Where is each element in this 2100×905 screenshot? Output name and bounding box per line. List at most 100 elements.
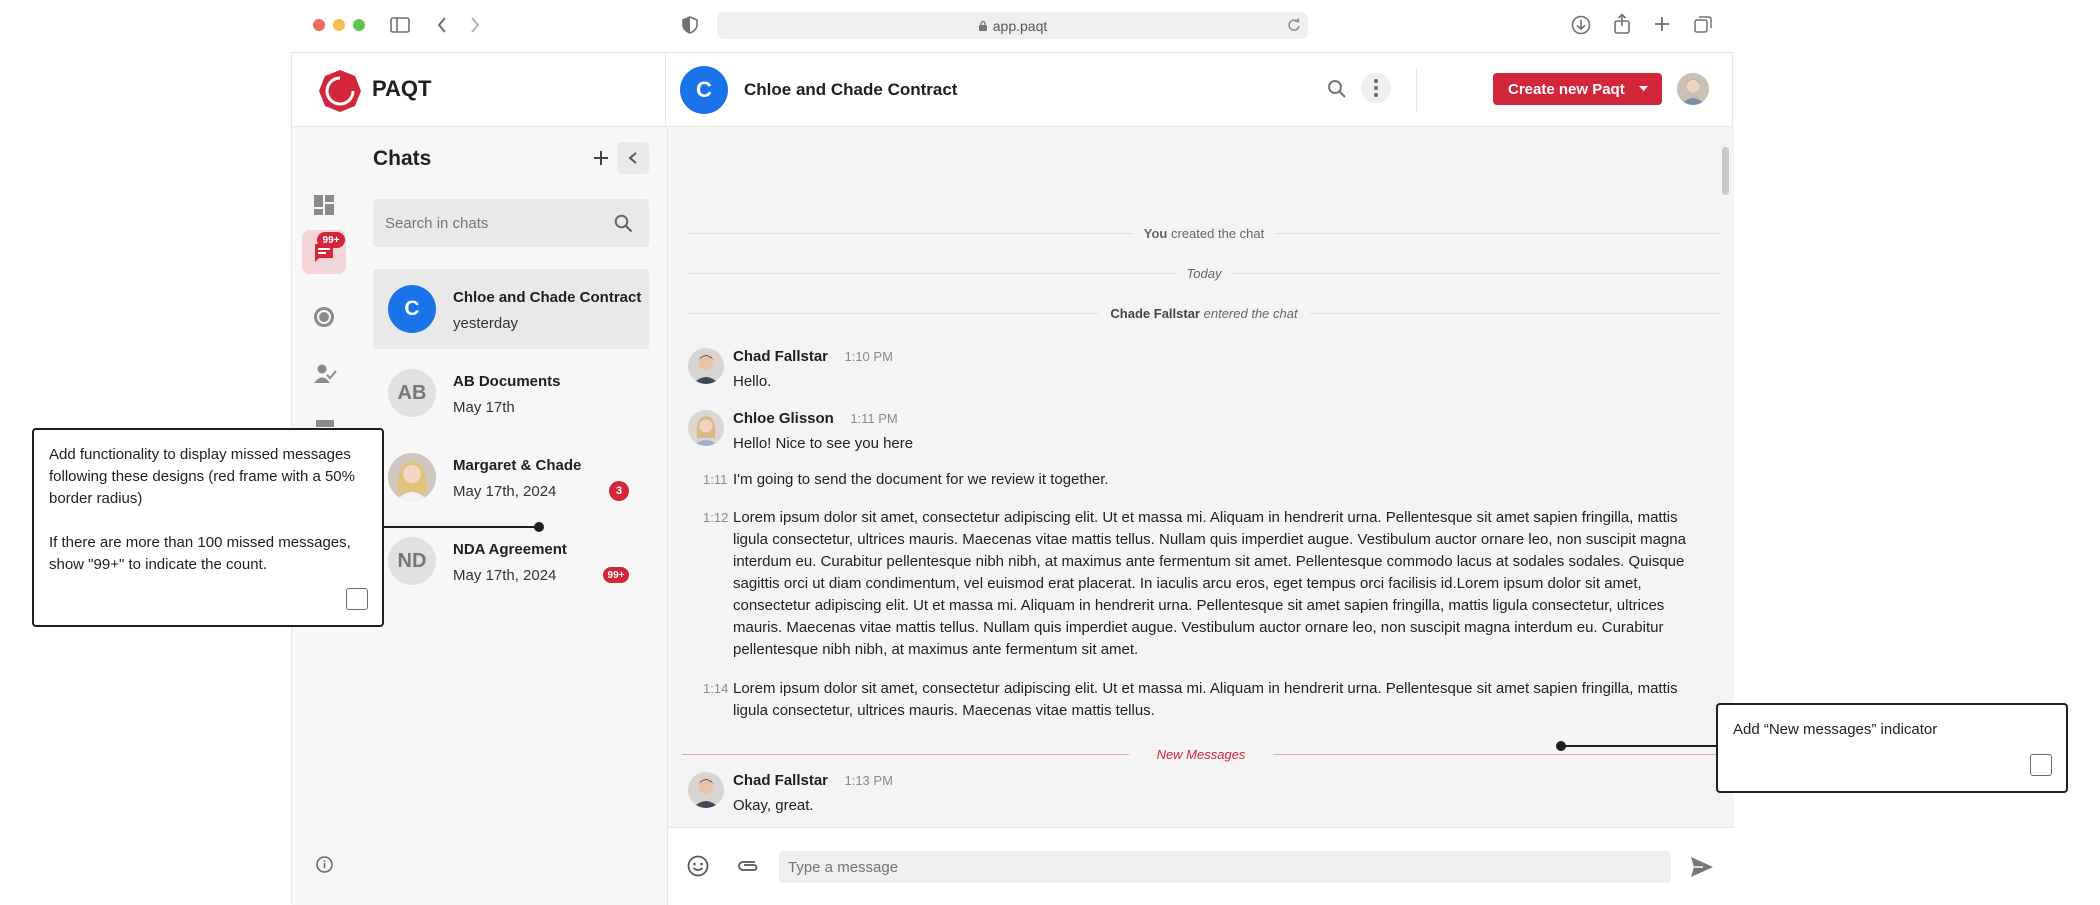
user-avatar[interactable] xyxy=(1677,73,1709,105)
chat-list-item[interactable]: Margaret & Chade May 17th, 2024 3 xyxy=(373,437,649,517)
unread-badge: 3 xyxy=(609,481,629,501)
annotation-connector xyxy=(1563,745,1716,747)
shield-icon[interactable] xyxy=(682,16,698,34)
message-header: Chloe Glisson 1:11 PM xyxy=(733,410,898,428)
chad-photo-icon xyxy=(688,772,724,808)
collapse-panel-button[interactable] xyxy=(617,142,649,174)
header-divider-2 xyxy=(1416,68,1417,112)
reload-icon[interactable] xyxy=(1287,18,1301,32)
system-text: created the chat xyxy=(1171,225,1265,241)
chat-search-field[interactable] xyxy=(373,199,649,247)
sidebar-toggle-icon[interactable] xyxy=(390,17,410,33)
chat-date: yesterday xyxy=(453,315,519,332)
header-divider xyxy=(665,53,666,127)
chat-header-title: Chloe and Chade Contract xyxy=(744,80,958,99)
chat-list-item[interactable]: ND NDA Agreement May 17th, 2024 99+ xyxy=(373,521,649,601)
annotation-text: Add functionality to display missed mess… xyxy=(49,446,355,507)
user-photo-icon xyxy=(1677,73,1709,105)
dashboard-icon[interactable] xyxy=(313,194,335,216)
create-new-paqt-button[interactable]: Create new Paqt xyxy=(1493,73,1662,105)
address-bar[interactable]: app.paqt xyxy=(717,12,1308,39)
nav-chat-badge: 99+ xyxy=(317,232,345,248)
user-check-icon[interactable] xyxy=(313,363,337,385)
message-author: Chad Fallstar xyxy=(733,348,829,365)
chat-name: Margaret & Chade xyxy=(453,457,582,474)
zoom-window-button[interactable] xyxy=(353,19,365,31)
message-time: 1:14 xyxy=(703,681,729,696)
annotation-missed-messages: Add functionality to display missed mess… xyxy=(32,428,384,627)
brand-name: PAQT xyxy=(372,76,432,101)
tab-overview-icon[interactable] xyxy=(1694,16,1712,34)
chat-date: May 17th, 2024 xyxy=(453,483,557,500)
composer xyxy=(668,827,1734,905)
share-icon[interactable] xyxy=(1613,13,1631,35)
chad-photo-icon xyxy=(688,348,724,384)
system-actor: You xyxy=(1143,225,1168,241)
message-text: Lorem ipsum dolor sit amet, consectetur … xyxy=(733,509,1686,658)
add-chat-icon[interactable] xyxy=(593,150,609,166)
margaret-photo-icon xyxy=(388,453,436,501)
chat-date: May 17th xyxy=(453,399,515,416)
url-text: app.paqt xyxy=(992,17,1048,34)
chat-avatar: C xyxy=(388,285,436,333)
annotation-checkbox[interactable] xyxy=(346,588,368,610)
message-time: 1:13 PM xyxy=(844,773,893,788)
new-tab-icon[interactable] xyxy=(1654,16,1670,32)
system-text: entered the chat xyxy=(1203,305,1298,321)
back-icon[interactable] xyxy=(436,16,448,34)
unread-badge: 99+ xyxy=(603,567,629,583)
message-header: Chad Fallstar 1:10 PM xyxy=(733,348,893,366)
date-divider: Today xyxy=(689,263,1719,283)
search-icon[interactable] xyxy=(614,214,633,233)
chad-avatar xyxy=(688,772,724,808)
close-window-button[interactable] xyxy=(313,19,325,31)
chat-list-item[interactable]: C Chloe and Chade Contract yesterday xyxy=(373,269,649,349)
message-input[interactable] xyxy=(779,851,1671,883)
annotation-text: If there are more than 100 missed messag… xyxy=(49,534,351,573)
annotation-connector xyxy=(384,526,538,528)
annotation-connector-dot xyxy=(1556,741,1566,751)
system-message-created: You created the chat xyxy=(689,223,1720,243)
attachment-icon[interactable] xyxy=(736,857,760,875)
app-header: PAQT C Chloe and Chade Contract Create n… xyxy=(292,53,1732,127)
circle-target-icon[interactable] xyxy=(313,306,335,328)
emoji-icon[interactable] xyxy=(687,855,709,877)
message-text: Lorem ipsum dolor sit amet, consectetur … xyxy=(733,680,1678,719)
message-text: I'm going to send the document for we re… xyxy=(733,471,1109,488)
message-text: Hello. xyxy=(733,373,772,390)
chat-list-item[interactable]: AB AB Documents May 17th xyxy=(373,353,649,433)
calendar-icon[interactable] xyxy=(315,419,335,427)
annotation-new-messages: Add “New messages” indicator xyxy=(1716,703,2068,793)
chloe-photo-icon xyxy=(688,410,724,446)
message-time: 1:11 PM xyxy=(850,411,898,426)
annotation-connector-dot xyxy=(534,522,544,532)
search-icon[interactable] xyxy=(1327,79,1347,99)
chat-avatar: ND xyxy=(388,537,436,585)
create-new-paqt-label: Create new Paqt xyxy=(1508,80,1625,98)
new-messages-label: New Messages xyxy=(1156,746,1246,762)
conversation-pane: You created the chat Today Chade Fallsta… xyxy=(668,127,1734,905)
message-text: Okay, great. xyxy=(733,797,814,814)
chloe-avatar xyxy=(688,410,724,446)
send-icon[interactable] xyxy=(1690,856,1714,878)
message-time: 1:10 PM xyxy=(844,349,893,364)
more-options-button[interactable] xyxy=(1361,73,1391,103)
chat-name: AB Documents xyxy=(453,373,561,390)
system-actor: Chade Fallstar xyxy=(1110,305,1200,321)
chat-search-input[interactable] xyxy=(373,199,603,247)
chat-list-pane: Chats C Chloe and Chade Contract yesterd… xyxy=(357,127,668,905)
message-author: Chloe Glisson xyxy=(733,410,834,427)
minimize-window-button[interactable] xyxy=(333,19,345,31)
chevron-left-icon xyxy=(628,152,637,164)
download-icon[interactable] xyxy=(1571,15,1591,35)
message-input-field[interactable] xyxy=(779,851,1671,883)
chad-avatar xyxy=(688,348,724,384)
system-message-entered: Chade Fallstar entered the chat xyxy=(689,303,1719,323)
scrollbar-thumb[interactable] xyxy=(1722,147,1729,195)
chat-avatar: AB xyxy=(388,369,436,417)
date-divider-label: Today xyxy=(1186,265,1222,281)
annotation-text: Add “New messages” indicator xyxy=(1733,721,1938,738)
forward-icon[interactable] xyxy=(469,16,481,34)
info-icon[interactable] xyxy=(316,856,333,873)
annotation-checkbox[interactable] xyxy=(2030,754,2052,776)
